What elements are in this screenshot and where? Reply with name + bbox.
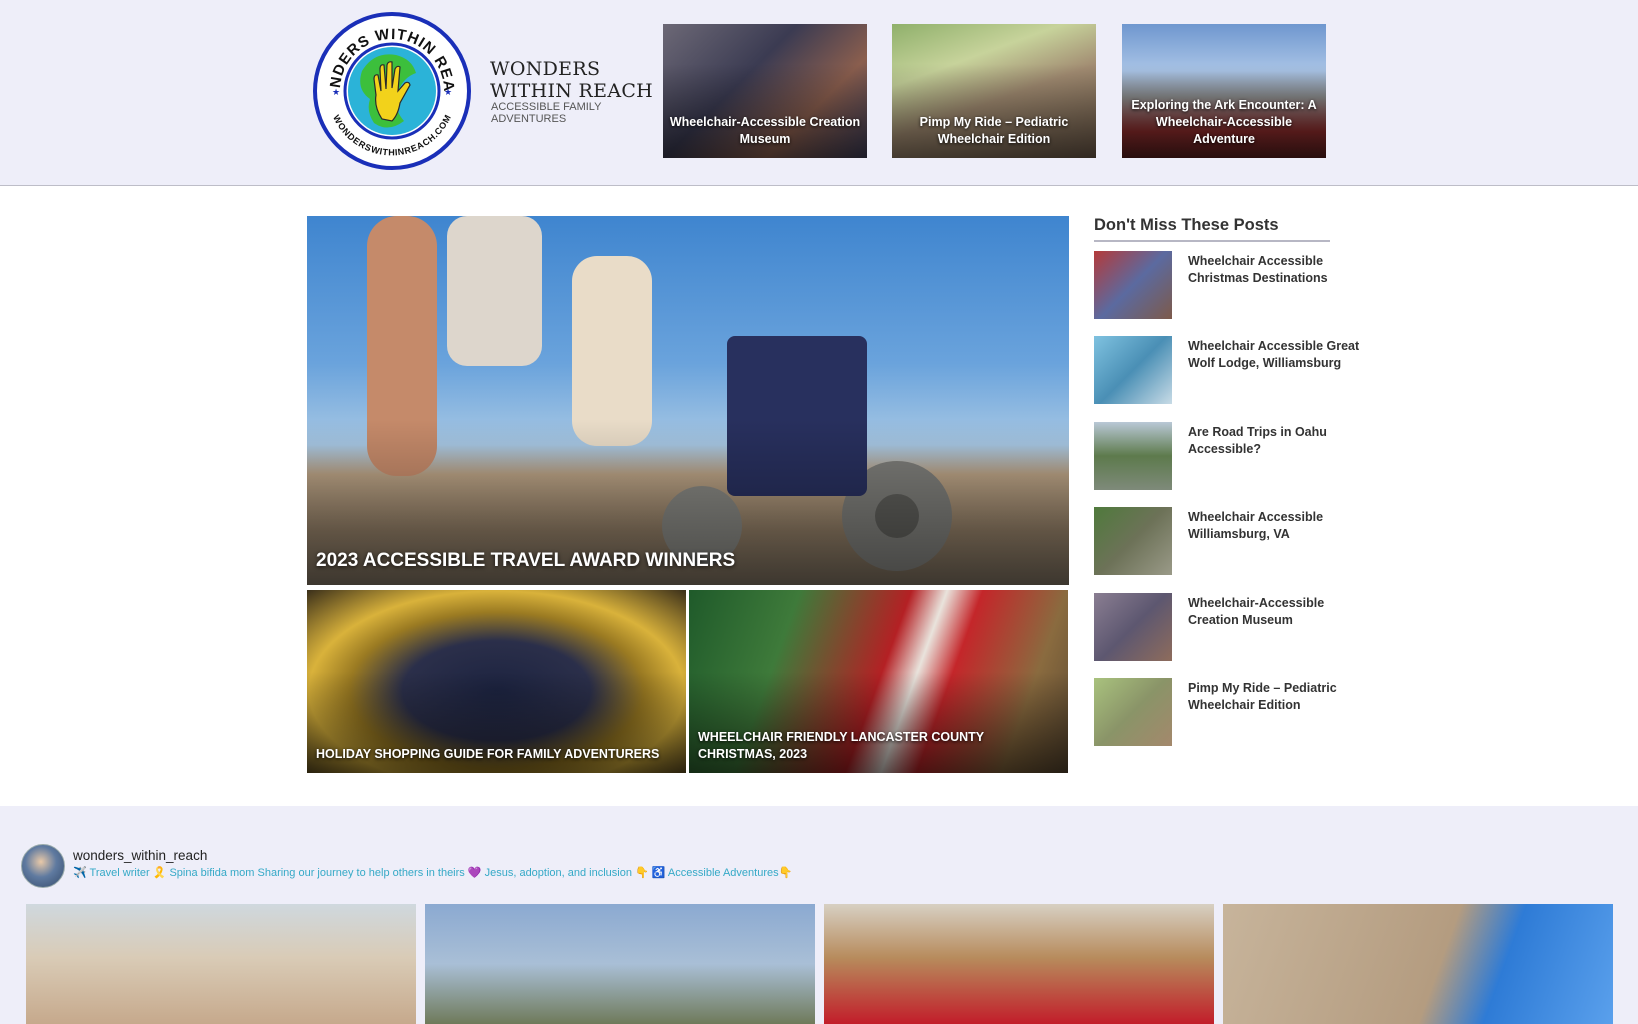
sidebar-post-title[interactable]: Pimp My Ride – Pediatric Wheelchair Edit… [1188,680,1364,714]
post-card-lancaster[interactable]: WHEELCHAIR FRIENDLY LANCASTER COUNTY CHR… [689,590,1068,773]
sidebar-dont-miss: Don't Miss These Posts Wheelchair Access… [1094,216,1364,746]
avatar[interactable] [21,844,65,888]
featured-post-title[interactable]: Wheelchair-Accessible Creation Museum [669,114,861,148]
instagram-post[interactable] [26,904,416,1024]
hero-post[interactable]: 2023 ACCESSIBLE TRAVEL AWARD WINNERS [307,216,1069,585]
featured-post-title[interactable]: Pimp My Ride – Pediatric Wheelchair Edit… [898,114,1090,148]
post-card-title[interactable]: HOLIDAY SHOPPING GUIDE FOR FAMILY ADVENT… [316,746,676,763]
sidebar-post-thumbnail[interactable] [1094,507,1172,575]
sidebar-post-title[interactable]: Wheelchair-Accessible Creation Museum [1188,595,1364,629]
sidebar-post-item[interactable]: Pimp My Ride – Pediatric Wheelchair Edit… [1094,678,1364,748]
sidebar-post-title[interactable]: Wheelchair Accessible Christmas Destinat… [1188,253,1364,287]
site-header: WONDERS WITHIN REACH WONDERSWITHINREACH.… [0,0,1638,186]
sidebar-post-thumbnail[interactable] [1094,593,1172,661]
sidebar-post-thumbnail[interactable] [1094,678,1172,746]
post-card-holiday[interactable]: HOLIDAY SHOPPING GUIDE FOR FAMILY ADVENT… [307,590,686,773]
sidebar-title: Don't Miss These Posts [1094,216,1330,242]
instagram-username[interactable]: wonders_within_reach [73,848,207,863]
instagram-post[interactable] [1223,904,1613,1024]
featured-post-title[interactable]: Exploring the Ark Encounter: A Wheelchai… [1128,97,1320,148]
sidebar-post-item[interactable]: Wheelchair Accessible Christmas Destinat… [1094,251,1364,321]
sidebar-post-item[interactable]: Wheelchair-Accessible Creation Museum [1094,593,1364,663]
logo-star-right-icon: ★ [444,87,452,97]
sidebar-post-item[interactable]: Wheelchair Accessible Williamsburg, VA [1094,507,1364,577]
post-card-title[interactable]: WHEELCHAIR FRIENDLY LANCASTER COUNTY CHR… [698,729,1058,763]
sidebar-post-thumbnail[interactable] [1094,336,1172,404]
sidebar-post-title[interactable]: Wheelchair Accessible Williamsburg, VA [1188,509,1364,543]
site-logo[interactable]: WONDERS WITHIN REACH WONDERSWITHINREACH.… [312,11,472,171]
hero-title[interactable]: 2023 ACCESSIBLE TRAVEL AWARD WINNERS [316,549,735,573]
featured-post-card[interactable]: Exploring the Ark Encounter: A Wheelchai… [1122,24,1326,158]
sidebar-post-title[interactable]: Are Road Trips in Oahu Accessible? [1188,424,1364,458]
sidebar-post-thumbnail[interactable] [1094,422,1172,490]
instagram-post[interactable] [824,904,1214,1024]
instagram-post[interactable] [425,904,815,1024]
sidebar-post-item[interactable]: Wheelchair Accessible Great Wolf Lodge, … [1094,336,1364,406]
site-name[interactable]: WONDERS WITHIN REACH [490,58,655,102]
featured-post-card[interactable]: Pimp My Ride – Pediatric Wheelchair Edit… [892,24,1096,158]
sidebar-post-title[interactable]: Wheelchair Accessible Great Wolf Lodge, … [1188,338,1364,372]
sidebar-post-item[interactable]: Are Road Trips in Oahu Accessible? [1094,422,1364,492]
sidebar-post-thumbnail[interactable] [1094,251,1172,319]
logo-star-left-icon: ★ [332,87,340,97]
featured-post-card[interactable]: Wheelchair-Accessible Creation Museum [663,24,867,158]
instagram-feed: wonders_within_reach ✈️ Travel writer 🎗️… [0,806,1638,1024]
site-tagline: ACCESSIBLE FAMILY ADVENTURES [491,101,602,125]
instagram-bio: ✈️ Travel writer 🎗️ Spina bifida mom Sha… [73,867,793,879]
